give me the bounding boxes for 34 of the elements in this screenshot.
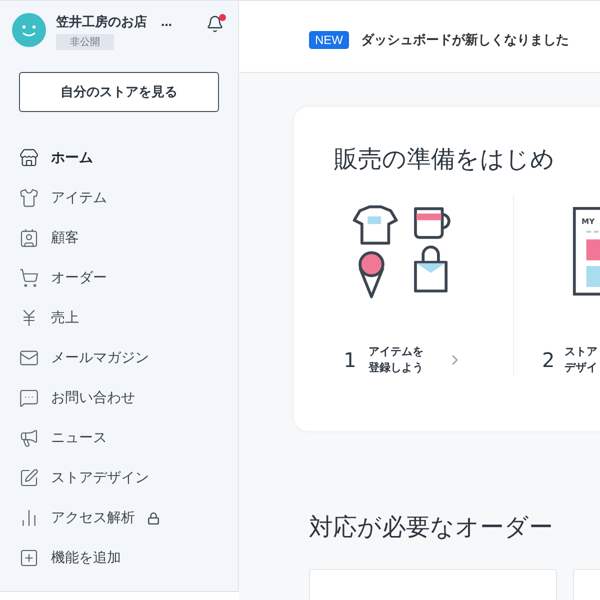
nav-item[interactable]: オーダー <box>0 258 238 298</box>
nav-item[interactable]: お問い合わせ <box>0 378 238 418</box>
nav-item[interactable]: 機能を追加 <box>0 538 238 578</box>
contact-card-icon <box>19 228 39 248</box>
setup-title: 販売の準備をはじめ <box>334 144 556 175</box>
step-number: 2 <box>542 348 555 372</box>
mail-icon <box>19 348 39 368</box>
view-store-button[interactable]: 自分のストアを見る <box>19 72 219 112</box>
visibility-status: 非公開 <box>56 34 114 50</box>
nav-item[interactable]: ニュース <box>0 418 238 458</box>
announcement-text[interactable]: ダッシュボードが新しくなりました <box>361 31 569 49</box>
step-label[interactable]: ストア デザイ <box>564 344 598 375</box>
chat-icon <box>19 388 39 408</box>
new-badge: NEW <box>309 31 349 49</box>
nav-item[interactable]: 顧客 <box>0 218 238 258</box>
nav-item[interactable]: ストアデザイン <box>0 458 238 498</box>
more-menu[interactable]: … <box>161 16 172 28</box>
nav-item[interactable]: アクセス解析 <box>0 498 238 538</box>
step-number: 1 <box>344 348 356 372</box>
store-name: 笠井工房のお店 <box>56 14 147 31</box>
pen-square-icon <box>19 468 39 488</box>
nav-item[interactable]: アイテム <box>0 178 238 218</box>
bell-icon[interactable] <box>206 15 224 33</box>
nav-item[interactable]: ホーム <box>0 138 238 178</box>
orders-title: 対応が必要なオーダー <box>309 512 554 543</box>
store-icon <box>19 148 39 168</box>
shirt-icon <box>19 188 39 208</box>
megaphone-icon <box>19 428 39 448</box>
nav-item[interactable]: 売上 <box>0 298 238 338</box>
avatar <box>12 13 46 47</box>
step-label[interactable]: アイテムを 登録しよう <box>368 344 424 375</box>
cart-icon <box>19 268 39 288</box>
nav-item[interactable]: メールマガジン <box>0 338 238 378</box>
plus-square-icon <box>19 548 39 568</box>
